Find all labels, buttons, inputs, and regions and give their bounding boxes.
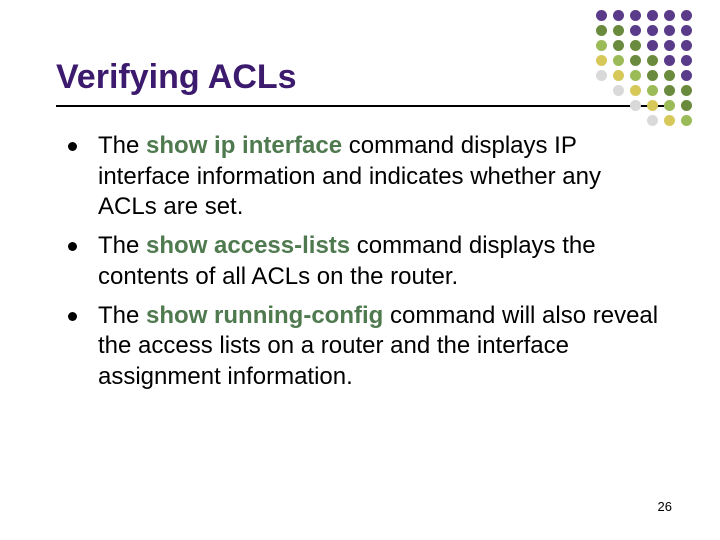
page-number: 26 [658,499,672,514]
dot-icon [596,10,607,21]
dot-icon [647,85,658,96]
dot-icon [647,100,658,111]
dot-icon [613,85,624,96]
title-underline [56,105,664,107]
dot-row [590,40,692,51]
dot-icon [630,115,641,126]
dot-icon [630,100,641,111]
dot-icon [630,40,641,51]
dot-icon [664,115,675,126]
dot-icon [681,70,692,81]
dot-icon [681,55,692,66]
dot-icon [613,25,624,36]
slide: Verifying ACLs The show ip interface com… [0,0,720,540]
dot-icon [613,10,624,21]
bullet-item: The show running-config command will als… [68,301,664,393]
dot-icon [664,70,675,81]
dot-icon [681,40,692,51]
dot-icon [613,70,624,81]
dot-icon [596,70,607,81]
dot-row [590,115,692,126]
dot-icon [664,25,675,36]
bullet-item: The show ip interface command displays I… [68,131,664,223]
dot-row [590,85,692,96]
dot-icon [664,40,675,51]
bullet-item: The show access-lists command displays t… [68,231,664,292]
dot-icon [596,85,607,96]
dot-icon [681,85,692,96]
dot-icon [613,55,624,66]
dot-icon [647,25,658,36]
dot-icon [647,55,658,66]
dot-icon [681,100,692,111]
dot-icon [630,25,641,36]
dot-icon [596,55,607,66]
dot-row [590,25,692,36]
dot-icon [647,40,658,51]
dot-icon [613,100,624,111]
bullet-text-pre: The [98,132,146,159]
dot-icon [613,115,624,126]
dot-icon [647,10,658,21]
dot-row [590,100,692,111]
command-text: show running-config [146,302,383,329]
bullet-list: The show ip interface command displays I… [56,131,664,393]
dot-icon [630,10,641,21]
command-text: show access-lists [146,232,350,259]
command-text: show ip interface [146,132,342,159]
dot-icon [681,10,692,21]
slide-title: Verifying ACLs [56,58,664,97]
dot-icon [664,55,675,66]
dot-icon [596,25,607,36]
bullet-text-pre: The [98,232,146,259]
bullet-text-pre: The [98,302,146,329]
dot-icon [664,100,675,111]
dot-icon [596,115,607,126]
dot-row [590,70,692,81]
dot-row [590,55,692,66]
dot-icon [630,85,641,96]
dot-icon [630,70,641,81]
dot-icon [613,40,624,51]
dot-icon [681,25,692,36]
dot-icon [647,70,658,81]
dot-icon [596,100,607,111]
dot-icon [664,10,675,21]
dot-icon [664,85,675,96]
dot-icon [681,115,692,126]
dot-row [590,10,692,21]
dot-icon [647,115,658,126]
dot-icon [630,55,641,66]
dot-icon [596,40,607,51]
decorative-dot-grid [590,10,692,130]
